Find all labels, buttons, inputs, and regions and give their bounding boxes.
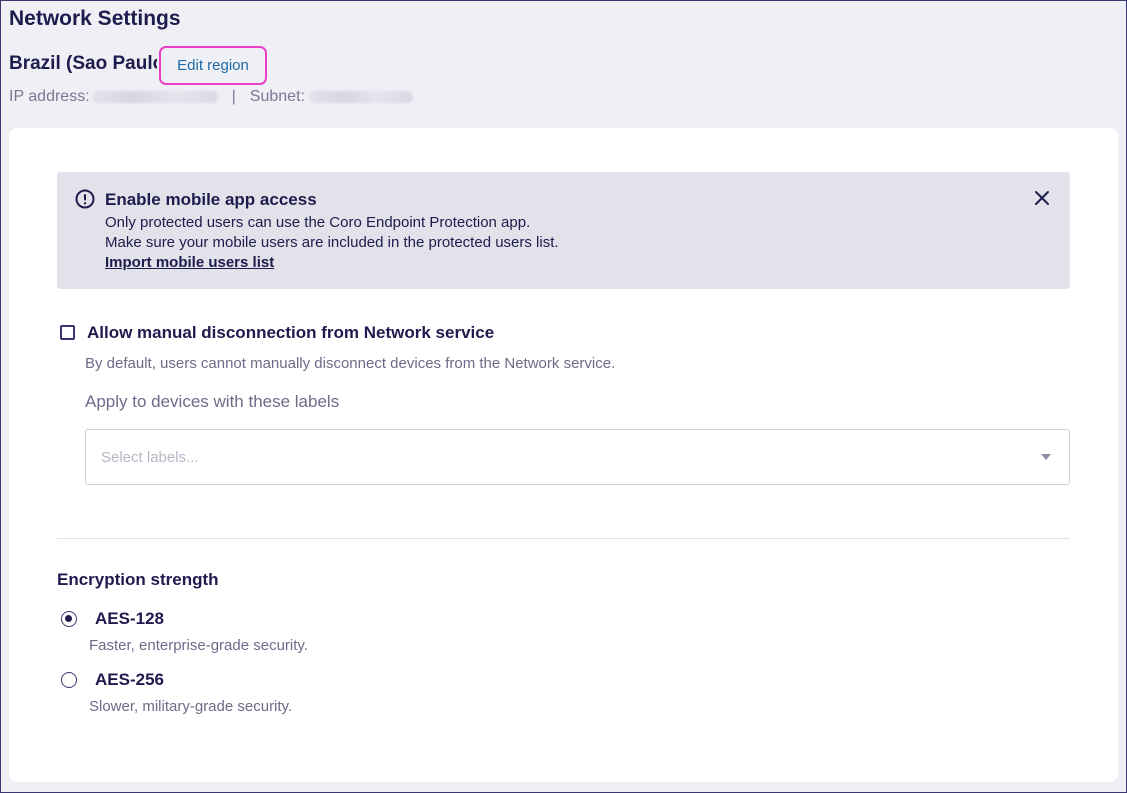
region-name: Brazil (Sao Paulo) [9, 53, 157, 74]
aes-256-radio[interactable] [61, 672, 77, 688]
chevron-down-icon [1041, 454, 1051, 460]
aes-128-label: AES-128 [95, 609, 164, 628]
labels-select[interactable]: Select labels... [85, 429, 1070, 485]
apply-labels-heading: Apply to devices with these labels [85, 392, 340, 411]
encryption-strength-title: Encryption strength [57, 570, 219, 589]
mobile-access-banner: Enable mobile app access Only protected … [57, 172, 1070, 289]
section-divider [57, 538, 1070, 539]
ip-address-label: IP address: [9, 88, 90, 105]
info-separator: | [231, 88, 236, 105]
manual-disconnect-label: Allow manual disconnection from Network … [87, 323, 495, 342]
close-icon[interactable] [1032, 188, 1052, 208]
aes-128-description: Faster, enterprise-grade security. [89, 637, 308, 654]
aes-256-description: Slower, military-grade security. [89, 698, 293, 715]
app-frame: Network Settings Brazil (Sao Paulo) Edit… [0, 0, 1127, 793]
aes-256-label: AES-256 [95, 670, 164, 689]
banner-line-1: Only protected users can use the Coro En… [105, 214, 531, 231]
manual-disconnect-description: By default, users cannot manually discon… [85, 355, 616, 372]
alert-circle-icon [75, 189, 95, 209]
network-info-row: IP address: | Subnet: [9, 88, 413, 106]
banner-line-2: Make sure your mobile users are included… [105, 234, 559, 251]
ip-address-redacted [91, 91, 218, 103]
manual-disconnect-checkbox[interactable] [60, 325, 75, 340]
subnet-redacted [308, 91, 413, 103]
import-mobile-users-link[interactable]: Import mobile users list [105, 254, 274, 271]
settings-card: Enable mobile app access Only protected … [9, 128, 1118, 782]
aes-128-radio[interactable] [61, 611, 77, 627]
page-title: Network Settings [9, 7, 181, 30]
edit-region-button[interactable]: Edit region [159, 46, 267, 85]
region-row: Brazil (Sao Paulo) Edit region [9, 46, 267, 85]
banner-title: Enable mobile app access [105, 190, 317, 209]
subnet-label: Subnet: [249, 88, 305, 105]
labels-select-placeholder: Select labels... [101, 449, 199, 466]
